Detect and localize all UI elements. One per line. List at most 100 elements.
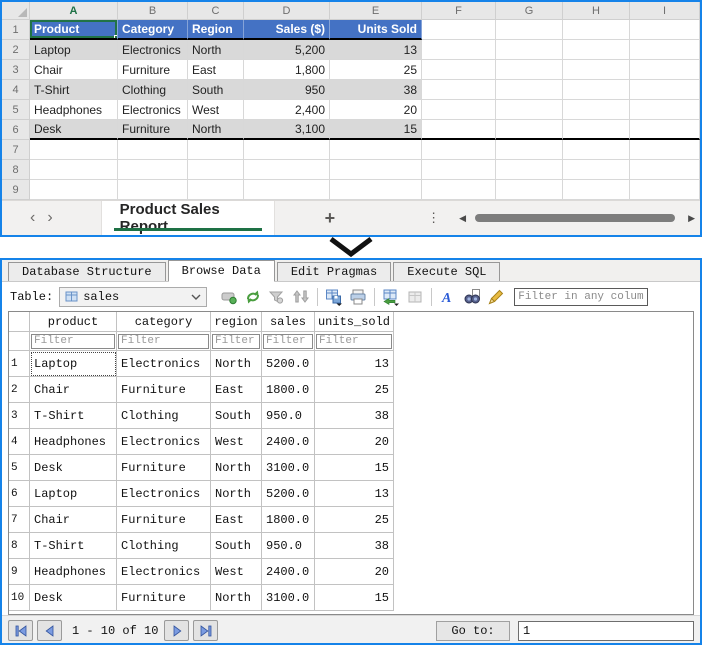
row-number[interactable]: 7: [9, 507, 30, 533]
cell[interactable]: Furniture: [118, 60, 188, 80]
column-header-C[interactable]: C: [188, 2, 244, 20]
filter-sales-input[interactable]: [263, 333, 313, 349]
cell-empty[interactable]: [630, 100, 700, 120]
cell[interactable]: 25: [315, 377, 394, 403]
cell[interactable]: 25: [315, 507, 394, 533]
cell[interactable]: East: [211, 507, 262, 533]
cell[interactable]: Electronics: [118, 40, 188, 60]
cell[interactable]: Laptop: [30, 40, 118, 60]
cell[interactable]: West: [211, 559, 262, 585]
sheet-more-icon[interactable]: ⋮: [427, 210, 440, 226]
cell-empty[interactable]: [563, 40, 630, 60]
cell-empty[interactable]: [30, 180, 118, 200]
cell[interactable]: Electronics: [117, 481, 211, 507]
cell-empty[interactable]: [496, 100, 563, 120]
row-number[interactable]: 8: [9, 533, 30, 559]
scrollbar-thumb[interactable]: [475, 214, 676, 222]
goto-page-input[interactable]: [518, 620, 694, 641]
cell[interactable]: 38: [330, 80, 422, 100]
cell[interactable]: 3100.0: [262, 455, 315, 481]
cell-empty[interactable]: [563, 160, 630, 180]
scrollbar-track[interactable]: [471, 214, 683, 223]
filter-region-input[interactable]: [212, 333, 260, 349]
select-all-corner[interactable]: [2, 2, 30, 20]
cell[interactable]: 5,200: [244, 40, 330, 60]
cell[interactable]: Headphones: [30, 100, 118, 120]
cell-B1[interactable]: Category: [118, 20, 188, 40]
cell-empty[interactable]: [188, 140, 244, 160]
row-number[interactable]: 8: [2, 160, 30, 180]
row-number[interactable]: 3: [2, 60, 30, 80]
filter-product-input[interactable]: [31, 333, 115, 349]
cell[interactable]: Desk: [30, 455, 117, 481]
find-icon[interactable]: [463, 288, 481, 306]
cell-empty[interactable]: [563, 180, 630, 200]
cell[interactable]: 1800.0: [262, 507, 315, 533]
clear-filter-icon[interactable]: [268, 288, 286, 306]
export-table-icon[interactable]: [382, 288, 400, 306]
tab-browse-data[interactable]: Browse Data: [167, 260, 275, 282]
cell[interactable]: Furniture: [118, 120, 188, 140]
cell-empty[interactable]: [630, 20, 700, 40]
cell[interactable]: Clothing: [117, 533, 211, 559]
column-header-D[interactable]: D: [244, 2, 330, 20]
cell-empty[interactable]: [630, 120, 700, 140]
cell[interactable]: North: [211, 585, 262, 611]
cell-empty[interactable]: [563, 100, 630, 120]
row-number[interactable]: 3: [9, 403, 30, 429]
column-header-E[interactable]: E: [330, 2, 422, 20]
tab-execute-sql[interactable]: Execute SQL: [393, 262, 501, 281]
table-select-dropdown[interactable]: sales: [59, 286, 208, 307]
sort-icon[interactable]: [292, 288, 310, 306]
cell[interactable]: 25: [330, 60, 422, 80]
cell-empty[interactable]: [630, 180, 700, 200]
cell[interactable]: 20: [315, 429, 394, 455]
cell[interactable]: North: [211, 455, 262, 481]
cell-empty[interactable]: [496, 40, 563, 60]
cell[interactable]: Headphones: [30, 559, 117, 585]
cell-empty[interactable]: [118, 160, 188, 180]
cell[interactable]: 15: [330, 120, 422, 140]
goto-button[interactable]: Go to:: [436, 620, 510, 641]
cell-empty[interactable]: [563, 120, 630, 140]
first-page-button[interactable]: [8, 620, 33, 641]
cell[interactable]: T-Shirt: [30, 533, 117, 559]
cell[interactable]: Electronics: [117, 429, 211, 455]
row-number[interactable]: 1: [9, 351, 30, 377]
cell[interactable]: Furniture: [117, 507, 211, 533]
cell-empty[interactable]: [630, 40, 700, 60]
cell[interactable]: East: [211, 377, 262, 403]
cell-empty[interactable]: [118, 140, 188, 160]
format-font-icon[interactable]: A: [439, 288, 457, 306]
cell-C1[interactable]: Region: [188, 20, 244, 40]
cell[interactable]: Furniture: [117, 455, 211, 481]
cell-empty[interactable]: [630, 60, 700, 80]
cell[interactable]: 38: [315, 403, 394, 429]
row-number[interactable]: 2: [9, 377, 30, 403]
cell-empty[interactable]: [496, 140, 563, 160]
cell[interactable]: 20: [330, 100, 422, 120]
cell[interactable]: South: [211, 533, 262, 559]
cell[interactable]: 1,800: [244, 60, 330, 80]
cell[interactable]: Headphones: [30, 429, 117, 455]
cell[interactable]: 15: [315, 585, 394, 611]
row-number[interactable]: 4: [9, 429, 30, 455]
cell[interactable]: Desk: [30, 120, 118, 140]
prev-page-button[interactable]: [37, 620, 62, 641]
cell[interactable]: South: [188, 80, 244, 100]
cell[interactable]: North: [211, 351, 262, 377]
cell[interactable]: 950: [244, 80, 330, 100]
column-header-sales[interactable]: sales: [262, 312, 315, 332]
column-header-units-sold[interactable]: units_sold: [315, 312, 394, 332]
cell-empty[interactable]: [330, 140, 422, 160]
cell-empty[interactable]: [244, 160, 330, 180]
row-number[interactable]: 5: [9, 455, 30, 481]
selection-fill-handle[interactable]: [114, 35, 117, 38]
cell-empty[interactable]: [630, 80, 700, 100]
cell-empty[interactable]: [188, 180, 244, 200]
cell-empty[interactable]: [496, 160, 563, 180]
cell-A1-selected[interactable]: Product: [30, 20, 118, 40]
cell-empty[interactable]: [496, 120, 563, 140]
cell[interactable]: Laptop: [30, 481, 117, 507]
cell-empty[interactable]: [496, 80, 563, 100]
